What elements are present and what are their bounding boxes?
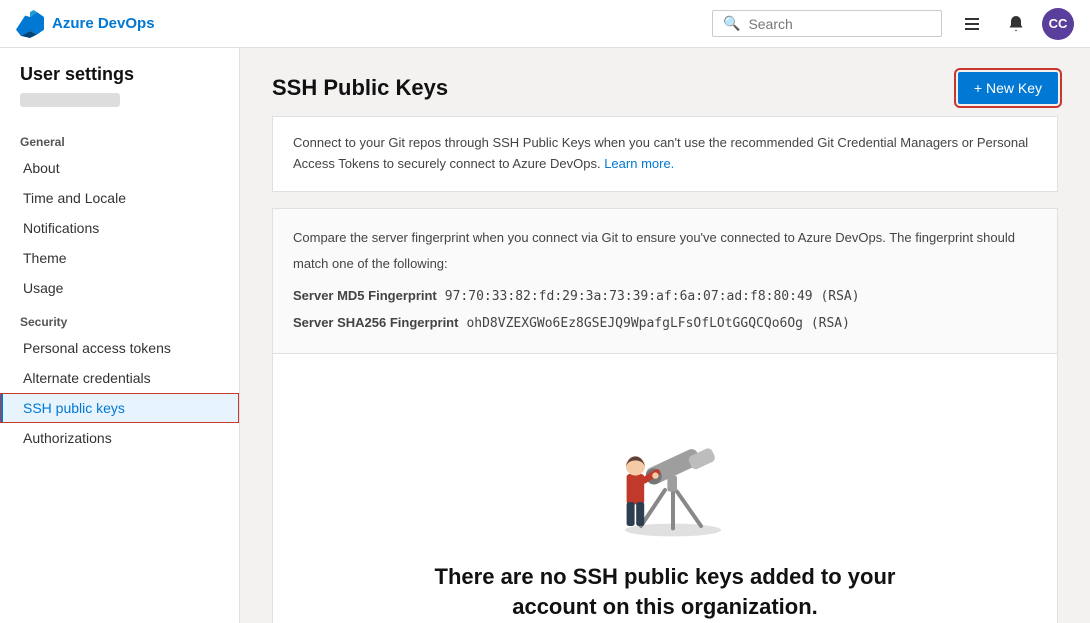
sidebar-title: User settings (0, 64, 239, 93)
sidebar-section-security: Security (0, 303, 239, 333)
sidebar-item-personal-access-tokens[interactable]: Personal access tokens (0, 333, 239, 363)
sidebar: User settings General About Time and Loc… (0, 48, 240, 623)
sidebar-item-notifications[interactable]: Notifications (0, 213, 239, 243)
fingerprint-sha256-row: Server SHA256 Fingerprint ohD8VZEXGWo6Ez… (293, 310, 1037, 337)
top-navigation: Azure DevOps 🔍 Search CC (0, 0, 1090, 48)
main-content: SSH Public Keys + New Key Connect to you… (240, 48, 1090, 623)
sidebar-item-alternate-credentials[interactable]: Alternate credentials (0, 363, 239, 393)
empty-state-title: There are no SSH public keys added to yo… (415, 562, 915, 623)
sidebar-item-about[interactable]: About (0, 153, 239, 183)
fingerprint-md5-label: Server MD5 Fingerprint (293, 283, 437, 309)
user-avatar[interactable]: CC (1042, 8, 1074, 40)
sidebar-item-time-locale[interactable]: Time and Locale (0, 183, 239, 213)
sidebar-item-ssh-public-keys[interactable]: SSH public keys (0, 393, 239, 423)
fingerprint-sha256-value: ohD8VZEXGWo6Ez8GSEJQ9WpafgLFsOfLOtGGQCQo… (466, 311, 850, 337)
app-logo[interactable]: Azure DevOps (16, 10, 155, 38)
fingerprint-sha256-label: Server SHA256 Fingerprint (293, 310, 458, 336)
page-header: SSH Public Keys + New Key (272, 72, 1058, 104)
learn-more-link[interactable]: Learn more. (604, 156, 674, 171)
list-icon (963, 15, 981, 33)
sidebar-section-general: General (0, 123, 239, 153)
fingerprint-md5-row: Server MD5 Fingerprint 97:70:33:82:fd:29… (293, 283, 1037, 310)
search-box[interactable]: 🔍 Search (712, 10, 942, 37)
page-title: SSH Public Keys (272, 75, 448, 101)
bell-icon-button[interactable] (998, 6, 1034, 42)
azure-devops-logo-icon (16, 10, 44, 38)
fingerprint-intro: Compare the server fingerprint when you … (293, 225, 1037, 277)
empty-state: There are no SSH public keys added to yo… (272, 354, 1058, 623)
fingerprint-md5-value: 97:70:33:82:fd:29:3a:73:39:af:6a:07:ad:f… (445, 284, 860, 310)
sidebar-item-authorizations[interactable]: Authorizations (0, 423, 239, 453)
topnav-icons: CC (954, 6, 1074, 42)
search-placeholder: Search (748, 16, 792, 32)
search-icon: 🔍 (723, 15, 740, 32)
new-key-button[interactable]: + New Key (958, 72, 1058, 104)
description-box: Connect to your Git repos through SSH Pu… (272, 116, 1058, 192)
sidebar-item-usage[interactable]: Usage (0, 273, 239, 303)
sidebar-user-name-blurred (20, 93, 120, 107)
fingerprint-box: Compare the server fingerprint when you … (272, 208, 1058, 354)
app-name: Azure DevOps (52, 15, 155, 32)
bell-icon (1007, 15, 1025, 33)
main-layout: User settings General About Time and Loc… (0, 48, 1090, 623)
telescope-illustration (585, 386, 745, 546)
list-icon-button[interactable] (954, 6, 990, 42)
sidebar-item-theme[interactable]: Theme (0, 243, 239, 273)
